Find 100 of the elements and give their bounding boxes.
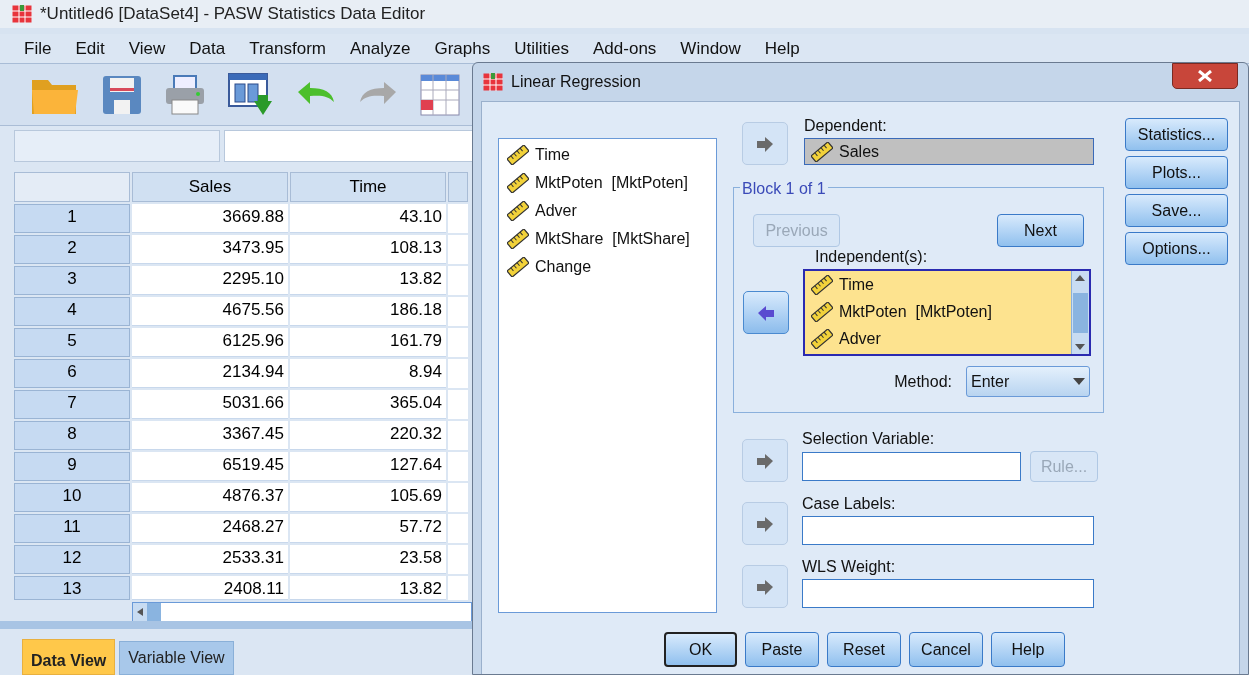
dialog-button[interactable]: Help	[991, 632, 1065, 667]
menu-item[interactable]: Window	[668, 35, 753, 62]
menu-item[interactable]: Analyze	[338, 35, 423, 62]
variable-name[interactable]: MktPoten [MktPoten]	[535, 171, 688, 195]
cell-reference-field[interactable]	[14, 130, 220, 162]
close-button[interactable]	[1172, 63, 1238, 89]
case-labels-label: Case Labels:	[802, 494, 897, 514]
row-header[interactable]: 7	[14, 390, 130, 419]
table-cell: 8.94	[290, 359, 446, 388]
row-header[interactable]: 1	[14, 204, 130, 233]
table-cell	[448, 235, 468, 264]
selection-variable-label: Selection Variable:	[802, 429, 936, 449]
table-cell: 57.72	[290, 514, 446, 543]
column-header[interactable]: Time	[290, 172, 446, 202]
variable-name[interactable]: MktPoten [MktPoten]	[839, 299, 992, 324]
horizontal-scrollbar[interactable]	[132, 602, 472, 622]
dialog-button[interactable]: Statistics...	[1125, 118, 1228, 151]
table-cell	[448, 204, 468, 233]
row-header[interactable]: 12	[14, 545, 130, 574]
grid-icon[interactable]	[420, 73, 460, 116]
dependent-field[interactable]: Sales	[804, 138, 1094, 165]
menu-item[interactable]: Data	[177, 35, 238, 62]
row-header[interactable]: 3	[14, 266, 130, 295]
row-header[interactable]: 6	[14, 359, 130, 388]
save-icon[interactable]	[102, 73, 142, 116]
menu-item[interactable]: Graphs	[422, 35, 503, 62]
table-cell: 108.13	[290, 235, 446, 264]
scroll-thumb[interactable]	[1073, 292, 1088, 333]
table-cell: 13.82	[290, 266, 446, 295]
variable-name[interactable]: Change	[535, 255, 592, 279]
app-icon	[483, 73, 503, 91]
scroll-left-icon[interactable]	[133, 603, 147, 621]
table-cell: 2295.10	[132, 266, 288, 295]
vertical-scrollbar[interactable]	[1071, 271, 1089, 354]
row-header[interactable]: 4	[14, 297, 130, 326]
menu-item[interactable]: Utilities	[502, 35, 582, 62]
row-header[interactable]: 13	[14, 576, 130, 600]
variable-name[interactable]: Time	[535, 143, 570, 167]
table-cell: 2468.27	[132, 514, 288, 543]
table-cell: 105.69	[290, 483, 446, 512]
table-cell: 2533.31	[132, 545, 288, 574]
dialog-button[interactable]: Cancel	[909, 632, 983, 667]
menu-item[interactable]: File	[12, 35, 64, 62]
variable-name[interactable]: Time	[839, 272, 874, 297]
next-button[interactable]: Next	[997, 214, 1084, 247]
variable-list[interactable]: Time MktPoten [MktPoten] Adver MktShare [MktShare] Change	[498, 138, 717, 613]
row-header[interactable]: 9	[14, 452, 130, 481]
case-labels-field[interactable]	[802, 516, 1094, 545]
menu-item[interactable]: View	[116, 35, 178, 62]
method-label: Method:	[894, 371, 952, 392]
variable-name[interactable]: MktShare [MktShare]	[535, 227, 690, 251]
table-cell	[448, 452, 468, 481]
table-cell: 23.58	[290, 545, 446, 574]
dialog-button[interactable]: Save...	[1125, 194, 1228, 227]
table-cell: 186.18	[290, 297, 446, 326]
table-cell	[448, 328, 468, 357]
menu-item[interactable]: Edit	[63, 35, 117, 62]
row-header[interactable]: 10	[14, 483, 130, 512]
row-header[interactable]: 2	[14, 235, 130, 264]
variable-name[interactable]: Adver	[839, 326, 881, 351]
dialog-button[interactable]: Paste	[745, 632, 819, 667]
arrow-icon	[755, 134, 775, 153]
scroll-thumb[interactable]	[147, 603, 161, 621]
variable-name[interactable]: Adver	[535, 199, 577, 223]
method-dropdown[interactable]: Enter	[966, 366, 1090, 397]
menu-item[interactable]: Add-ons	[581, 35, 669, 62]
dropdown-caret-icon	[1073, 378, 1085, 385]
table-cell	[448, 514, 468, 543]
row-header[interactable]: 11	[14, 514, 130, 543]
print-icon[interactable]	[164, 73, 206, 116]
table-cell: 6125.96	[132, 328, 288, 357]
dialog-button[interactable]: Plots...	[1125, 156, 1228, 189]
table-cell: 5031.66	[132, 390, 288, 419]
view-tab[interactable]: Variable View	[119, 641, 234, 675]
table-cell: 161.79	[290, 328, 446, 357]
row-header[interactable]: 8	[14, 421, 130, 450]
table-cell	[448, 359, 468, 388]
row-header[interactable]: 5	[14, 328, 130, 357]
column-header[interactable]: Sales	[132, 172, 288, 202]
dialog-button[interactable]: OK	[664, 632, 737, 667]
table-cell	[448, 483, 468, 512]
wls-weight-field[interactable]	[802, 579, 1094, 608]
view-tab[interactable]: Data View	[22, 639, 116, 675]
table-cell: 3669.88	[132, 204, 288, 233]
table-cell: 43.10	[290, 204, 446, 233]
dialog-button[interactable]: Reset	[827, 632, 901, 667]
table-cell	[448, 297, 468, 326]
data-view-icon[interactable]	[228, 72, 274, 117]
table-cell: 2134.94	[132, 359, 288, 388]
menu-item[interactable]: Transform	[237, 35, 338, 62]
independents-list[interactable]: Time MktPoten [MktPoten] Adver	[803, 269, 1091, 356]
move-button[interactable]	[743, 291, 789, 334]
menu-item[interactable]: Help	[752, 35, 812, 62]
dependent-variable: Sales	[839, 141, 880, 162]
dialog-button[interactable]: Options...	[1125, 232, 1228, 265]
table-cell	[448, 545, 468, 574]
selection-variable-field[interactable]	[802, 452, 1021, 481]
table-cell: 3473.95	[132, 235, 288, 264]
table-cell: 6519.45	[132, 452, 288, 481]
arrow-icon	[755, 514, 775, 533]
